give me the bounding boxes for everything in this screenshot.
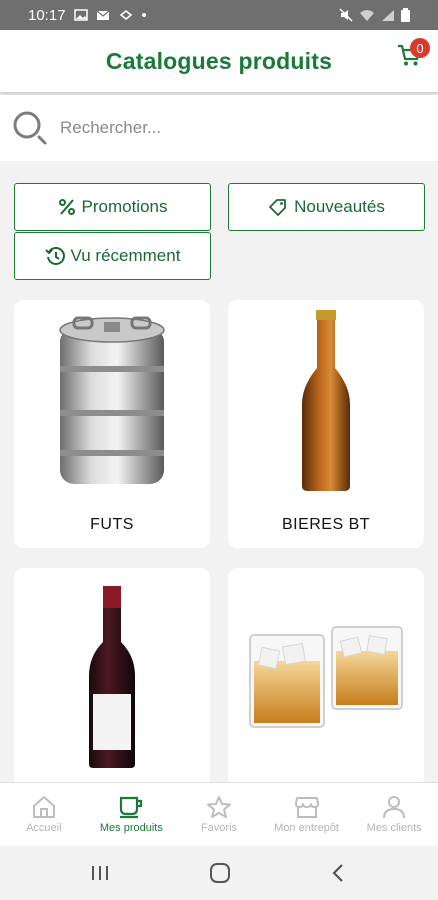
recent-apps-icon[interactable] xyxy=(89,863,111,883)
category-label: BIERES BT xyxy=(281,516,371,533)
nav-label: Mon entrepôt xyxy=(274,822,339,834)
back-icon[interactable] xyxy=(329,862,349,884)
nav-mon-entrepot[interactable]: Mon entrepôt xyxy=(263,783,351,846)
promotions-button[interactable]: Promotions xyxy=(14,183,211,231)
keg-image xyxy=(14,300,210,500)
wine-bottle-image xyxy=(14,576,210,776)
search-bar[interactable] xyxy=(0,95,438,161)
recent-label: Vu récemment xyxy=(70,246,181,265)
status-time: 10:17 xyxy=(28,6,66,24)
person-icon xyxy=(383,796,406,819)
percent-icon xyxy=(58,199,75,215)
nav-label: Mes clients xyxy=(366,822,422,834)
status-bar: 10:17 • xyxy=(0,0,438,30)
beer-bottle-image xyxy=(228,300,424,500)
status-dot: • xyxy=(141,6,147,24)
cast-icon xyxy=(119,9,132,21)
gallery-icon xyxy=(73,9,88,21)
history-icon xyxy=(44,247,65,265)
system-nav-bar xyxy=(0,846,438,900)
mail-icon xyxy=(96,10,109,20)
store-icon xyxy=(294,797,319,818)
search-input[interactable] xyxy=(60,118,400,138)
nouveautes-button[interactable]: Nouveautés xyxy=(228,183,425,231)
bottom-nav: Accueil Mes produits Favoris Mon entrepô… xyxy=(0,782,438,846)
cup-icon xyxy=(120,796,143,819)
category-card-spiritueux[interactable] xyxy=(228,568,424,788)
nav-label: Accueil xyxy=(26,822,62,834)
cart-badge: 0 xyxy=(410,38,430,58)
nav-accueil[interactable]: Accueil xyxy=(0,783,88,846)
app-header: Catalogues produits 0 xyxy=(0,30,438,92)
nav-label: Favoris xyxy=(200,822,238,834)
mute-icon xyxy=(339,8,353,22)
home-icon xyxy=(32,796,55,818)
signal-icon xyxy=(382,9,394,21)
nav-favoris[interactable]: Favoris xyxy=(175,783,263,846)
star-icon xyxy=(206,796,231,818)
category-label: FUTS xyxy=(90,516,134,533)
home-button-icon[interactable] xyxy=(208,861,232,885)
nouveautes-label: Nouveautés xyxy=(294,197,385,216)
category-card-bieres[interactable]: BIERES BT xyxy=(228,300,424,548)
battery-icon xyxy=(401,8,410,22)
category-card-futs[interactable]: FUTS xyxy=(14,300,210,548)
wifi-icon xyxy=(360,9,374,21)
cart-button[interactable]: 0 xyxy=(396,38,430,72)
promotions-label: Promotions xyxy=(81,197,168,216)
nav-mes-clients[interactable]: Mes clients xyxy=(350,783,438,846)
nav-mes-produits[interactable]: Mes produits xyxy=(88,783,176,846)
category-card-vins[interactable] xyxy=(14,568,210,788)
nav-label: Mes produits xyxy=(99,822,163,834)
whisky-glasses-image xyxy=(228,576,424,776)
search-icon xyxy=(13,111,47,145)
page-title: Catalogues produits xyxy=(105,47,333,74)
tag-icon xyxy=(269,199,287,216)
recent-button[interactable]: Vu récemment xyxy=(14,232,211,280)
